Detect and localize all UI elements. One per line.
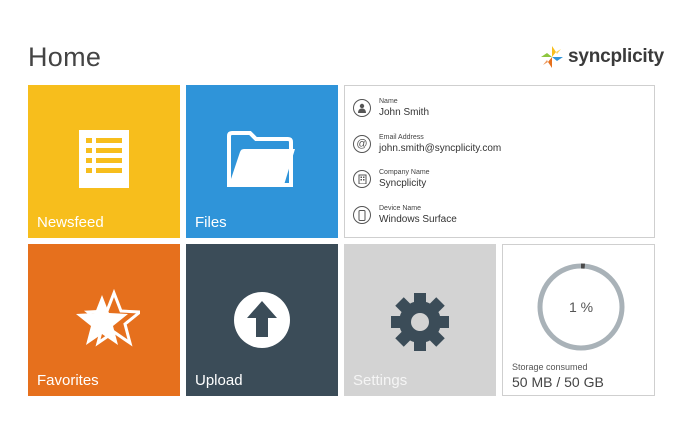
page-title: Home [28, 42, 102, 72]
list-icon [79, 130, 129, 188]
favorites-tile[interactable]: Favorites [28, 244, 180, 396]
folder-icon [227, 131, 295, 187]
email-row: @ Email Address john.smith@syncplicity.c… [353, 130, 501, 158]
brand-logo: syncplicity [540, 44, 664, 70]
company-label: Company Name [379, 169, 430, 176]
favorites-label: Favorites [37, 372, 99, 389]
device-value: Windows Surface [379, 214, 457, 225]
company-value: Syncplicity [379, 178, 427, 189]
tablet-icon [353, 206, 371, 224]
upload-arrow-icon [234, 292, 290, 348]
upload-label: Upload [195, 372, 243, 389]
person-icon [353, 99, 371, 117]
storage-panel: 1 % Storage consumed 50 MB / 50 GB [502, 244, 655, 396]
storage-percent: 1 % [568, 299, 594, 315]
syncplicity-logo-icon [541, 46, 563, 68]
newsfeed-label: Newsfeed [37, 214, 104, 231]
name-value: John Smith [379, 107, 430, 118]
company-row: Company Name Syncplicity [353, 165, 430, 193]
at-icon: @ [353, 135, 371, 153]
brand-name: syncplicity [568, 46, 665, 67]
stars-icon [76, 289, 140, 347]
device-row: Device Name Windows Surface [353, 201, 457, 229]
files-label: Files [195, 214, 227, 231]
email-label: Email Address [379, 134, 424, 141]
gear-icon [391, 293, 449, 351]
account-info-panel: Name John Smith @ Email Address john.smi… [344, 85, 655, 238]
name-label: Name [379, 98, 398, 105]
storage-label: Storage consumed [512, 362, 588, 372]
email-value: john.smith@syncplicity.com [379, 143, 502, 154]
name-row: Name John Smith [353, 94, 429, 122]
settings-label: Settings [353, 372, 408, 389]
upload-tile[interactable]: Upload [186, 244, 338, 396]
device-label: Device Name [379, 205, 422, 212]
building-icon [353, 170, 371, 188]
storage-value: 50 MB / 50 GB [512, 374, 604, 390]
settings-tile[interactable]: Settings [344, 244, 496, 396]
files-tile[interactable]: Files [186, 85, 338, 238]
newsfeed-tile[interactable]: Newsfeed [28, 85, 180, 238]
